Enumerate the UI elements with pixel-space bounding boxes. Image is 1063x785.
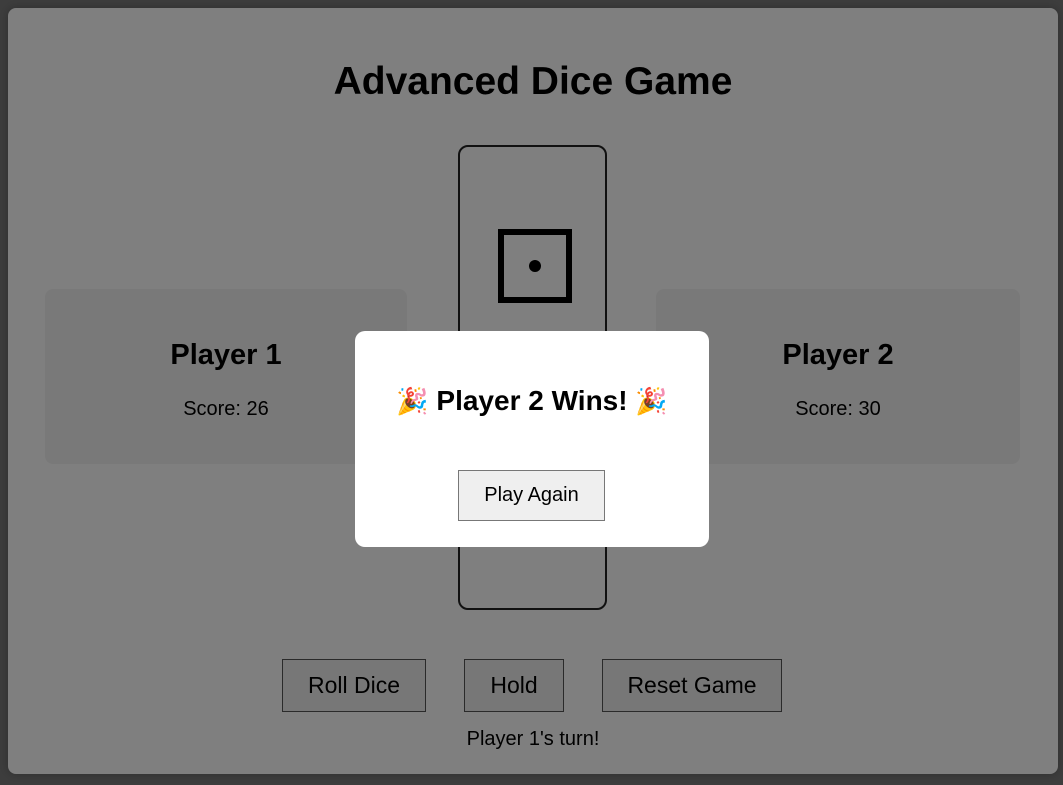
party-popper-icon: 🎉 bbox=[635, 387, 668, 417]
winner-text: Player 2 Wins! bbox=[436, 385, 628, 416]
winner-modal: 🎉 Player 2 Wins! 🎉 Play Again bbox=[355, 331, 709, 547]
party-popper-icon: 🎉 bbox=[396, 387, 429, 417]
winner-message: 🎉 Player 2 Wins! 🎉 bbox=[355, 385, 709, 417]
play-again-button[interactable]: Play Again bbox=[458, 470, 605, 521]
